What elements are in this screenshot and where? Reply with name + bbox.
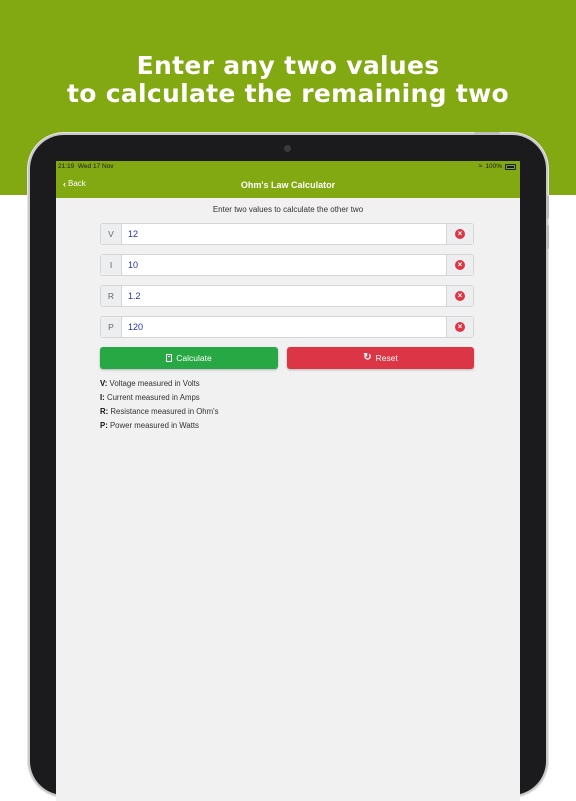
power-input[interactable]: 120	[128, 317, 143, 337]
clear-icon: ×	[455, 322, 465, 332]
clear-resistance-button[interactable]: ×	[446, 286, 473, 306]
calculate-button[interactable]: Calculate	[100, 347, 278, 369]
voltage-prefix: V	[101, 224, 122, 244]
instructions-text: Enter two values to calculate the other …	[212, 205, 364, 214]
power-prefix: P	[101, 317, 122, 337]
current-prefix: I	[101, 255, 122, 275]
legend: V: Voltage measured in Volts I: Current …	[100, 377, 219, 433]
volume-up-button	[546, 195, 549, 219]
top-button	[474, 132, 500, 135]
clear-power-button[interactable]: ×	[446, 317, 473, 337]
power-field: P 120 ×	[100, 316, 474, 338]
clear-icon: ×	[455, 260, 465, 270]
promo-headline-line2: to calculate the remaining two	[67, 79, 509, 108]
reset-button[interactable]: ↻ Reset	[287, 347, 474, 369]
current-input[interactable]: 10	[128, 255, 138, 275]
legend-item: V: Voltage measured in Volts	[100, 379, 200, 388]
current-field: I 10 ×	[100, 254, 474, 276]
camera-icon	[284, 145, 291, 152]
voltage-input[interactable]: 12	[128, 224, 138, 244]
clear-icon: ×	[455, 229, 465, 239]
voltage-field: V 12 ×	[100, 223, 474, 245]
tablet-frame: 21:19 Wed 17 Nov ≈ 100% ‹ Back Ohm's Law…	[30, 132, 549, 801]
status-time: 21:19	[58, 163, 75, 170]
status-bar: 21:19 Wed 17 Nov ≈ 100%	[56, 161, 520, 172]
calculate-label: Calculate	[176, 353, 212, 363]
reset-icon: ↻	[363, 352, 372, 363]
resistance-input[interactable]: 1.2	[128, 286, 141, 306]
reset-label: Reset	[375, 353, 398, 363]
status-time-date: 21:19 Wed 17 Nov	[58, 161, 114, 172]
wifi-icon: ≈	[478, 163, 483, 170]
battery-percent: 100%	[485, 163, 502, 170]
battery-charging-icon	[505, 163, 516, 170]
legend-item: I: Current measured in Amps	[100, 393, 200, 402]
clear-voltage-button[interactable]: ×	[446, 224, 473, 244]
volume-down-button	[546, 225, 549, 249]
app-screen: 21:19 Wed 17 Nov ≈ 100% ‹ Back Ohm's Law…	[56, 161, 520, 801]
page-title: Ohm's Law Calculator	[240, 180, 336, 190]
clear-current-button[interactable]: ×	[446, 255, 473, 275]
legend-item: R: Resistance measured in Ohm's	[100, 407, 219, 416]
status-right: ≈ 100%	[479, 161, 516, 172]
navigation-bar: ‹ Back Ohm's Law Calculator	[56, 172, 520, 198]
promo-headline-line1: Enter any two values	[136, 51, 440, 80]
calculator-icon	[166, 354, 173, 362]
status-date: Wed 17 Nov	[77, 163, 114, 170]
promo-headline: Enter any two values to calculate the re…	[0, 52, 576, 108]
clear-icon: ×	[455, 291, 465, 301]
resistance-field: R 1.2 ×	[100, 285, 474, 307]
resistance-prefix: R	[101, 286, 122, 306]
legend-item: P: Power measured in Watts	[100, 421, 199, 430]
